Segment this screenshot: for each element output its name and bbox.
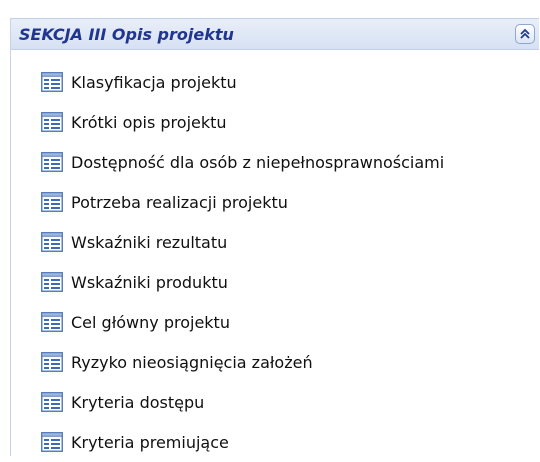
- list-item-label: Wskaźniki rezultatu: [71, 232, 228, 252]
- section-item-list: Klasyfikacja projektu Krótki opis projek…: [11, 62, 539, 462]
- list-item[interactable]: Potrzeba realizacji projektu: [11, 182, 539, 222]
- list-icon: [41, 111, 71, 133]
- list-item-label: Kryteria dostępu: [71, 392, 205, 412]
- list-item-label: Klasyfikacja projektu: [71, 72, 237, 92]
- list-icon: [41, 71, 71, 93]
- list-icon: [41, 351, 71, 373]
- collapse-button[interactable]: [515, 24, 535, 44]
- list-item-label: Ryzyko nieosiągnięcia założeń: [71, 352, 313, 372]
- list-item-label: Dostępność dla osób z niepełnosprawności…: [71, 152, 445, 172]
- list-icon: [41, 151, 71, 173]
- list-item-label: Cel główny projektu: [71, 312, 230, 332]
- list-icon: [41, 231, 71, 253]
- list-item[interactable]: Wskaźniki produktu: [11, 262, 539, 302]
- chevron-double-up-icon: [520, 28, 530, 39]
- list-item[interactable]: Klasyfikacja projektu: [11, 62, 539, 102]
- list-item-label: Wskaźniki produktu: [71, 272, 228, 292]
- list-item-label: Kryteria premiujące: [71, 432, 229, 452]
- section-panel: SEKCJA III Opis projektu Klasyfikacja pr…: [10, 18, 539, 456]
- list-item[interactable]: Wskaźniki rezultatu: [11, 222, 539, 262]
- list-item-label: Potrzeba realizacji projektu: [71, 192, 288, 212]
- list-icon: [41, 431, 71, 453]
- list-icon: [41, 311, 71, 333]
- list-icon: [41, 391, 71, 413]
- section-header[interactable]: SEKCJA III Opis projektu: [11, 18, 539, 50]
- list-item[interactable]: Kryteria dostępu: [11, 382, 539, 422]
- list-item[interactable]: Dostępność dla osób z niepełnosprawności…: [11, 142, 539, 182]
- list-icon: [41, 271, 71, 293]
- list-item[interactable]: Krótki opis projektu: [11, 102, 539, 142]
- list-icon: [41, 191, 71, 213]
- list-item[interactable]: Cel główny projektu: [11, 302, 539, 342]
- list-item-label: Krótki opis projektu: [71, 112, 227, 132]
- section-title: SEKCJA III Opis projektu: [19, 25, 234, 44]
- list-item[interactable]: Kryteria premiujące: [11, 422, 539, 462]
- list-item[interactable]: Ryzyko nieosiągnięcia założeń: [11, 342, 539, 382]
